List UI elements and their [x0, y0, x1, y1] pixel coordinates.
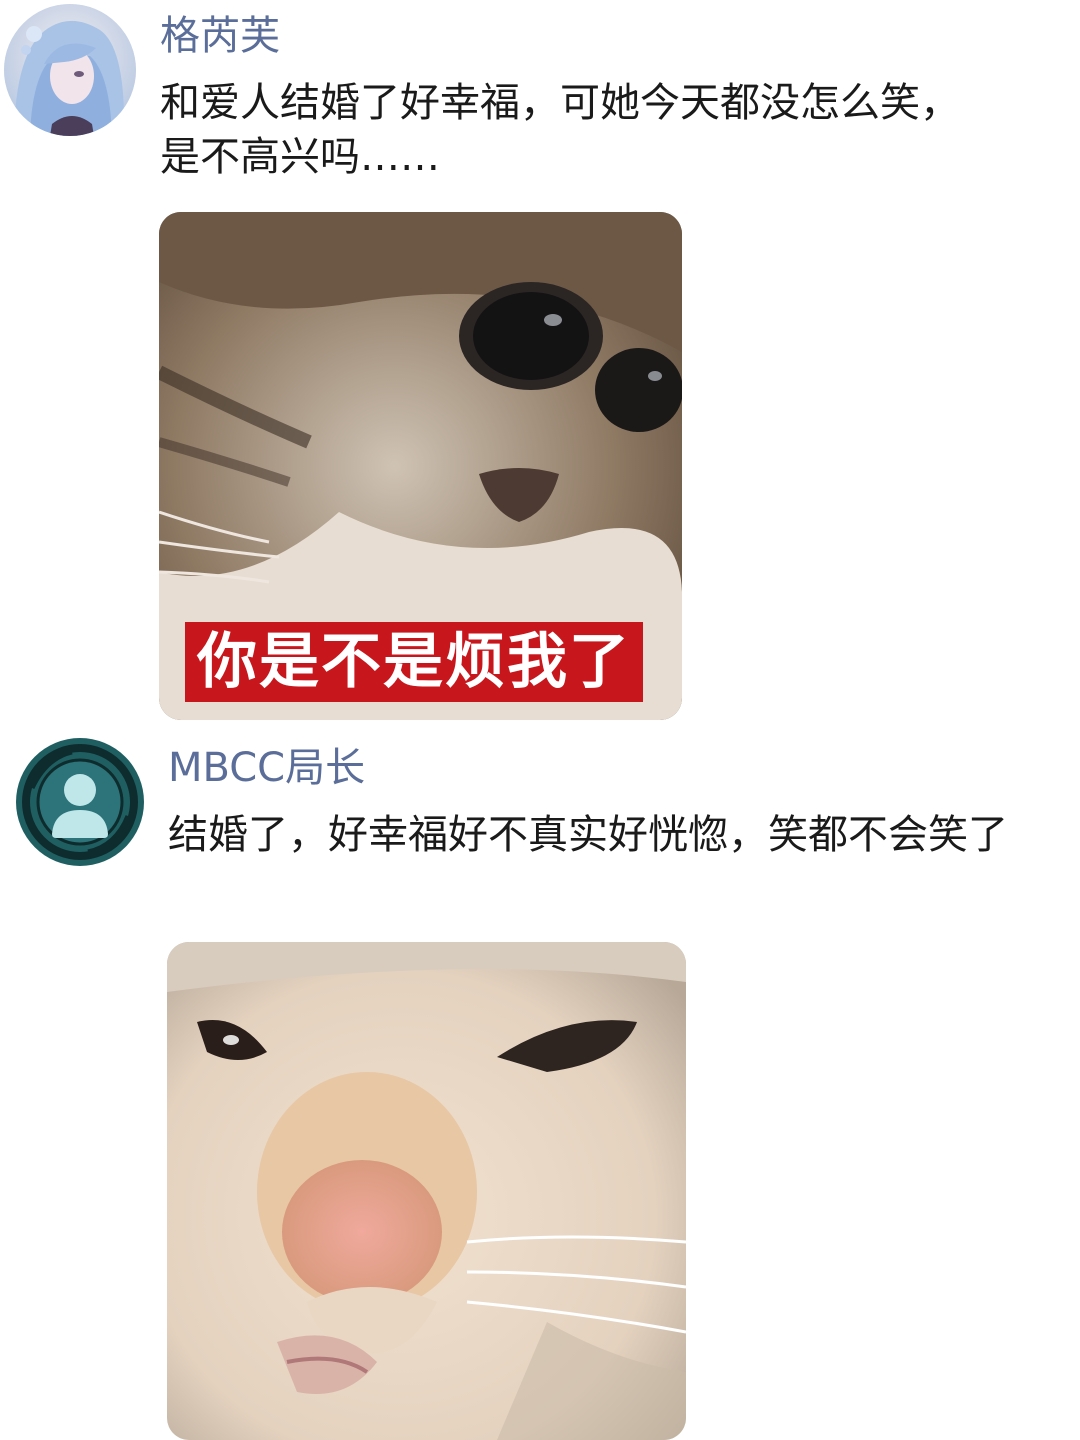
username[interactable]: MBCC局长	[168, 744, 365, 792]
comment-2: MBCC局长 结婚了，好幸福好不真实好恍惚，笑都不会笑了	[0, 720, 1080, 1440]
comment-1: 格芮芙 和爱人结婚了好幸福，可她今天都没怎么笑，是不高兴吗…… 你是不是烦我了	[0, 0, 1080, 720]
meme-image[interactable]: 你是不是烦我了	[159, 212, 682, 720]
squinting-cat-photo-icon	[167, 942, 686, 1440]
username[interactable]: 格芮芙	[160, 12, 280, 60]
comment-text: 结婚了，好幸福好不真实好恍惚，笑都不会笑了	[168, 812, 1008, 858]
user-avatar-default[interactable]	[16, 738, 144, 866]
meme-caption: 你是不是烦我了	[185, 622, 643, 702]
comment-text: 和爱人结婚了好幸福，可她今天都没怎么笑，是不高兴吗……	[160, 80, 960, 180]
meme-image[interactable]	[167, 942, 686, 1440]
user-avatar-anime[interactable]	[4, 4, 136, 136]
